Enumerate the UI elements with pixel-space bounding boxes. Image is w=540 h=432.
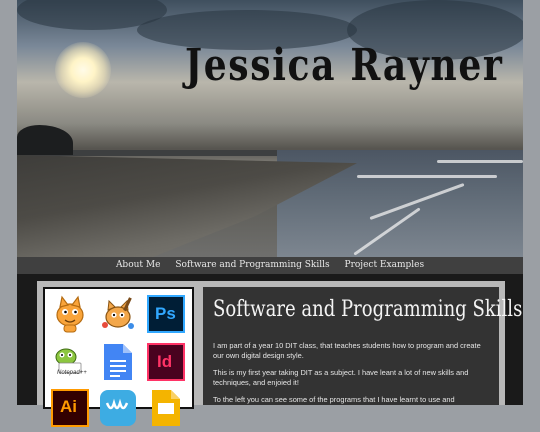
content-area: Ps Notepad++ Id Ai Software and Programm… [37, 281, 522, 427]
illustrator-icon-label: Ai [60, 397, 77, 416]
section-paragraph: This is my first year taking DIT as a su… [213, 368, 469, 387]
photoshop-icon-label: Ps [155, 304, 176, 323]
nav-item-project-examples[interactable]: Project Examples [345, 260, 425, 270]
nav-item-about-me[interactable]: About Me [116, 260, 161, 270]
hero-banner: Jessica Rayner [17, 0, 523, 257]
section-paragraph: To the left you can see some of the prog… [213, 395, 455, 404]
skills-section: Software and Programming Skills I am par… [203, 287, 522, 405]
google-docs-icon [101, 343, 139, 381]
illustrator-icon: Ai [51, 389, 89, 427]
paint-cat-icon [99, 295, 137, 333]
section-paragraph: I am part of a year 10 DIT class, that t… [213, 341, 481, 360]
software-logos-panel: Ps Notepad++ Id Ai [43, 287, 194, 427]
notepad-plus-plus-label: Notepad++ [57, 370, 87, 376]
wave-foam [357, 175, 497, 178]
scratch-cat-icon [51, 295, 89, 333]
section-heading: Software and Programming Skills [213, 297, 523, 322]
page: Jessica Rayner About Me Software and Pro… [17, 0, 523, 427]
weebly-icon [99, 389, 137, 427]
nav-item-software-skills[interactable]: Software and Programming Skills [175, 260, 329, 270]
tree-silhouette [17, 125, 73, 155]
wave-foam [437, 160, 523, 163]
site-title: Jessica Rayner [185, 40, 504, 91]
indesign-icon-label: Id [157, 352, 173, 371]
notepad-plus-plus-icon: Notepad++ [51, 343, 89, 381]
photoshop-icon: Ps [147, 295, 185, 333]
google-slides-icon [149, 389, 187, 427]
sun-graphic [55, 42, 111, 98]
indesign-icon: Id [147, 343, 185, 381]
main-nav: About Me Software and Programming Skills… [17, 257, 523, 274]
